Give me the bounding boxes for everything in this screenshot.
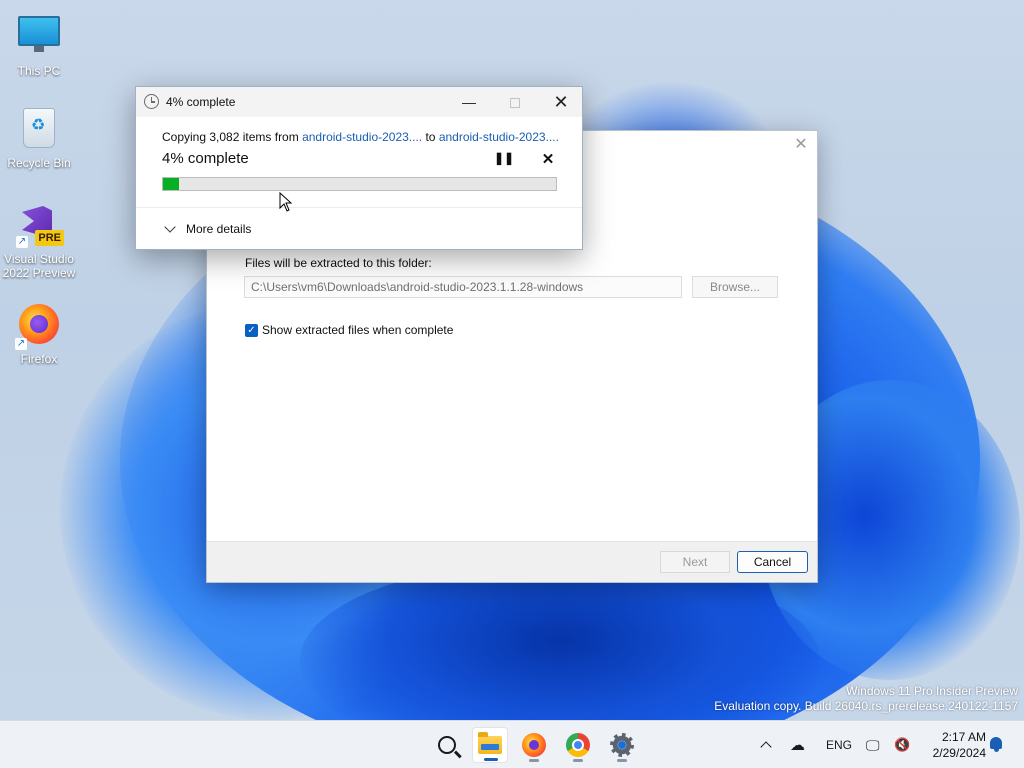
running-indicator bbox=[484, 758, 498, 761]
visual-studio-icon: PRE ↗ bbox=[16, 204, 64, 248]
mouse-cursor-icon bbox=[279, 192, 293, 212]
next-button[interactable]: Next bbox=[660, 551, 730, 573]
search-icon bbox=[438, 736, 456, 754]
preview-badge: PRE bbox=[35, 230, 64, 246]
to-word: to bbox=[422, 130, 439, 144]
language-indicator[interactable]: ENG bbox=[826, 721, 852, 768]
close-icon[interactable]: ✕ bbox=[793, 137, 809, 153]
destination-link[interactable]: android-studio-2023.... bbox=[439, 130, 559, 144]
recycle-bin-icon: ♻ bbox=[17, 108, 61, 152]
stop-button[interactable]: ✕ bbox=[540, 150, 556, 168]
clock[interactable]: 2:17 AM 2/29/2024 bbox=[920, 729, 986, 761]
desktop-icon-firefox[interactable]: ↗ Firefox bbox=[0, 302, 78, 366]
shortcut-arrow-icon: ↗ bbox=[16, 236, 28, 248]
progress-fill bbox=[163, 178, 179, 190]
show-files-label: Show extracted files when complete bbox=[262, 323, 454, 337]
window-title: 4% complete bbox=[166, 95, 236, 109]
maximize-icon bbox=[510, 98, 520, 109]
firefox-icon bbox=[522, 733, 546, 757]
taskbar-file-explorer[interactable] bbox=[472, 727, 508, 763]
volume-muted-icon[interactable]: 🔇 bbox=[894, 721, 912, 768]
desktop-icon-label: Visual Studio 2022 Preview bbox=[2, 252, 76, 280]
desktop-icon-label: Recycle Bin bbox=[7, 156, 71, 170]
clock-time: 2:17 AM bbox=[941, 730, 986, 744]
firefox-icon: ↗ bbox=[15, 304, 61, 350]
extract-path-field[interactable]: C:\Users\vm6\Downloads\android-studio-20… bbox=[244, 276, 682, 298]
chrome-icon bbox=[566, 733, 590, 757]
copy-progress-dialog: 4% complete — ✕ Copying 3,082 items from… bbox=[135, 86, 583, 250]
folder-icon bbox=[478, 732, 502, 754]
minimize-button[interactable]: — bbox=[446, 87, 492, 117]
copy-prefix: Copying 3,082 items from bbox=[162, 130, 303, 144]
desktop-icon-label: This PC bbox=[17, 64, 61, 78]
divider bbox=[136, 207, 582, 208]
dialog-footer: Next Cancel bbox=[207, 541, 817, 582]
clock-icon bbox=[144, 94, 159, 109]
running-indicator bbox=[529, 759, 539, 762]
os-watermark: Windows 11 Pro Insider Preview Evaluatio… bbox=[714, 684, 1018, 714]
more-details-toggle[interactable]: More details bbox=[186, 222, 251, 236]
copy-description: Copying 3,082 items from android-studio-… bbox=[162, 130, 559, 144]
monitor-icon bbox=[17, 16, 61, 60]
pause-button[interactable]: ❚❚ bbox=[494, 151, 514, 167]
notification-bell-icon[interactable] bbox=[989, 736, 1003, 754]
gear-icon bbox=[610, 733, 634, 757]
clock-date: 2/29/2024 bbox=[932, 746, 986, 760]
watermark-line: Evaluation copy. Build 26040.rs_prerelea… bbox=[714, 699, 1018, 713]
cancel-button[interactable]: Cancel bbox=[737, 551, 808, 573]
running-indicator bbox=[573, 759, 583, 762]
title-bar[interactable]: 4% complete — ✕ bbox=[136, 87, 582, 117]
taskbar-search[interactable] bbox=[429, 727, 465, 763]
chevron-down-icon[interactable] bbox=[164, 221, 176, 233]
desktop-icon-visual-studio[interactable]: PRE ↗ Visual Studio 2022 Preview bbox=[0, 204, 78, 280]
close-button[interactable]: ✕ bbox=[538, 87, 584, 117]
show-hidden-icons-button[interactable] bbox=[760, 721, 776, 768]
browse-button[interactable]: Browse... bbox=[692, 276, 778, 298]
show-files-option[interactable]: ✓ Show extracted files when complete bbox=[245, 323, 453, 337]
taskbar-settings[interactable] bbox=[604, 727, 640, 763]
running-indicator bbox=[617, 759, 627, 762]
maximize-button[interactable] bbox=[492, 87, 538, 117]
watermark-line: Windows 11 Pro Insider Preview bbox=[846, 684, 1018, 698]
taskbar-chrome[interactable] bbox=[560, 727, 596, 763]
taskbar-firefox[interactable] bbox=[516, 727, 552, 763]
desktop-icon-recycle-bin[interactable]: ♻ Recycle Bin bbox=[0, 106, 78, 170]
shortcut-arrow-icon: ↗ bbox=[15, 338, 27, 350]
progress-bar bbox=[162, 177, 557, 191]
network-icon[interactable]: 🖵 bbox=[866, 721, 886, 768]
chevron-up-icon bbox=[760, 741, 772, 753]
onedrive-icon[interactable]: ☁ bbox=[790, 721, 812, 768]
desktop-icon-this-pc[interactable]: This PC bbox=[0, 10, 78, 78]
source-link[interactable]: android-studio-2023.... bbox=[302, 130, 422, 144]
extract-folder-label: Files will be extracted to this folder: bbox=[245, 256, 432, 270]
percent-complete-label: 4% complete bbox=[162, 150, 249, 167]
taskbar: ☁ ENG 🖵 🔇 2:17 AM 2/29/2024 bbox=[0, 720, 1024, 768]
checkbox-checked-icon[interactable]: ✓ bbox=[245, 323, 258, 337]
desktop-icon-label: Firefox bbox=[20, 352, 58, 366]
